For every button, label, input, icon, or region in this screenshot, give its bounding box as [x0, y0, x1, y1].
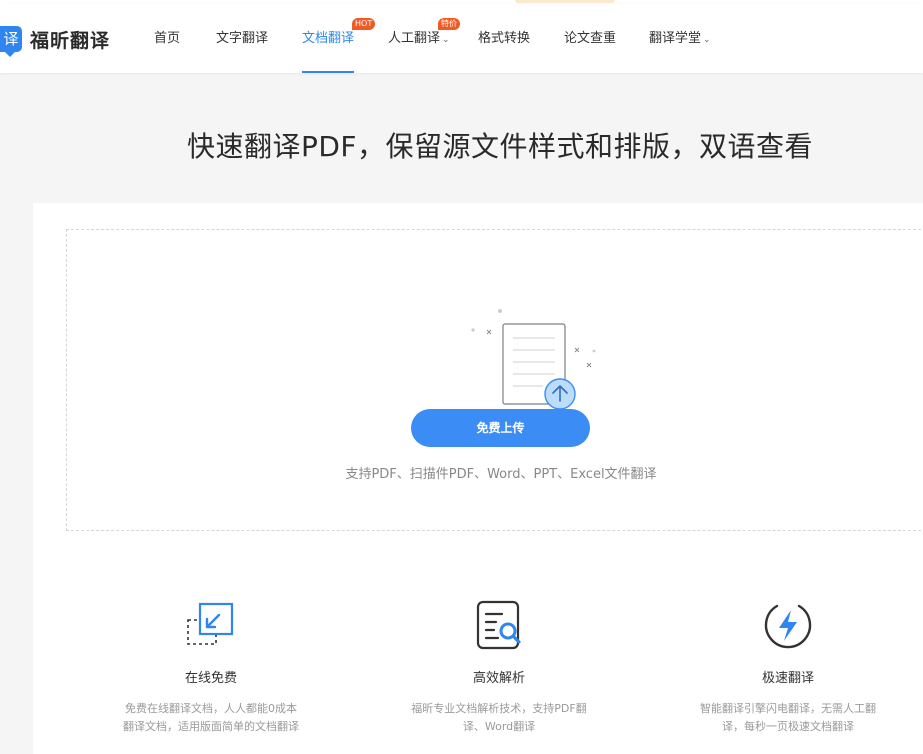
nav-plagiarism-check[interactable]: 论文查重 — [564, 4, 616, 73]
logo-icon: 译 — [0, 26, 22, 57]
chevron-down-icon: ⌄ — [442, 35, 450, 45]
feature-title: 在线免费 — [184, 671, 237, 686]
brand-logo[interactable]: 译 福昕翻译 — [0, 25, 111, 57]
feature-description: 福昕专业文档解析技术，支持PDF翻 译、Word翻译 — [399, 700, 599, 736]
feature-title: 极速翻译 — [761, 671, 814, 686]
supported-formats-text: 支持PDF、扫描件PDF、Word、PPT、Excel文件翻译 — [345, 467, 657, 482]
feature-description-line: 译、Word翻译 — [462, 720, 536, 733]
nav-format-convert[interactable]: 格式转换 — [478, 4, 530, 73]
feature-description-line: 福昕专业文档解析技术，支持PDF翻 — [411, 702, 587, 715]
top-promo-hint — [515, 0, 615, 3]
active-tab-indicator — [302, 71, 355, 73]
special-price-badge: 特价 — [438, 18, 460, 30]
nav-academy-label: 翻译学堂 — [649, 31, 702, 46]
brand-name: 福昕翻译 — [30, 29, 111, 52]
feature-description-line: 译，每秒一页极速文档翻译 — [722, 720, 854, 733]
feature-title: 高效解析 — [472, 671, 525, 686]
nav-document-translate-label: 文档翻译 — [302, 31, 355, 46]
nav-academy[interactable]: 翻译学堂 ⌄ — [649, 4, 711, 73]
main-card: 免费上传 支持PDF、扫描件PDF、Word、PPT、Excel文件翻译 在线免… — [33, 203, 923, 754]
feature-description-line: 智能翻译引擎闪电翻译，无需人工翻 — [700, 702, 876, 715]
feature-description-line: 免费在线翻译文档，人人都能0成本 — [125, 702, 297, 715]
chevron-down-icon: ⌄ — [703, 35, 711, 45]
document-upload-illustration — [471, 309, 596, 420]
feature-efficient-parsing: 高效解析 福昕专业文档解析技术，支持PDF翻 译、Word翻译 — [399, 598, 599, 736]
feature-online-free: 在线免费 免费在线翻译文档，人人都能0成本 翻译文档，适用版面简单的文档翻译 — [111, 598, 311, 736]
nav-format-convert-label: 格式转换 — [478, 31, 531, 46]
free-upload-button[interactable]: 免费上传 — [411, 409, 590, 447]
feature-description: 免费在线翻译文档，人人都能0成本 翻译文档，适用版面简单的文档翻译 — [111, 700, 311, 736]
lightning-icon — [764, 604, 812, 649]
nav-human-translate-label: 人工翻译 — [388, 31, 441, 46]
upload-dropzone[interactable]: 免费上传 支持PDF、扫描件PDF、Word、PPT、Excel文件翻译 — [66, 229, 923, 531]
site-header: 译 福昕翻译 首页 文字翻译 文档翻译 HOT 人工翻译 ⌄ 特价 格式转换 论文… — [0, 4, 923, 73]
hot-badge: HOT — [352, 18, 376, 30]
document-search-icon — [476, 600, 521, 650]
page-title: 快速翻译PDF，保留源文件样式和排版，双语查看 — [186, 130, 814, 163]
online-free-icon — [187, 602, 234, 645]
nav-home-label: 首页 — [154, 31, 181, 46]
nav-text-translate[interactable]: 文字翻译 — [216, 4, 268, 73]
feature-fast-translate: 极速翻译 智能翻译引擎闪电翻译，无需人工翻 译，每秒一页极速文档翻译 — [688, 598, 888, 736]
nav-document-translate[interactable]: 文档翻译 — [302, 4, 355, 73]
feature-description: 智能翻译引擎闪电翻译，无需人工翻 译，每秒一页极速文档翻译 — [688, 700, 888, 736]
feature-description-line: 翻译文档，适用版面简单的文档翻译 — [123, 720, 299, 733]
nav-human-translate[interactable]: 人工翻译 ⌄ — [388, 4, 450, 73]
nav-text-translate-label: 文字翻译 — [216, 31, 269, 46]
nav-plagiarism-check-label: 论文查重 — [564, 31, 617, 46]
nav-home[interactable]: 首页 — [154, 4, 180, 73]
